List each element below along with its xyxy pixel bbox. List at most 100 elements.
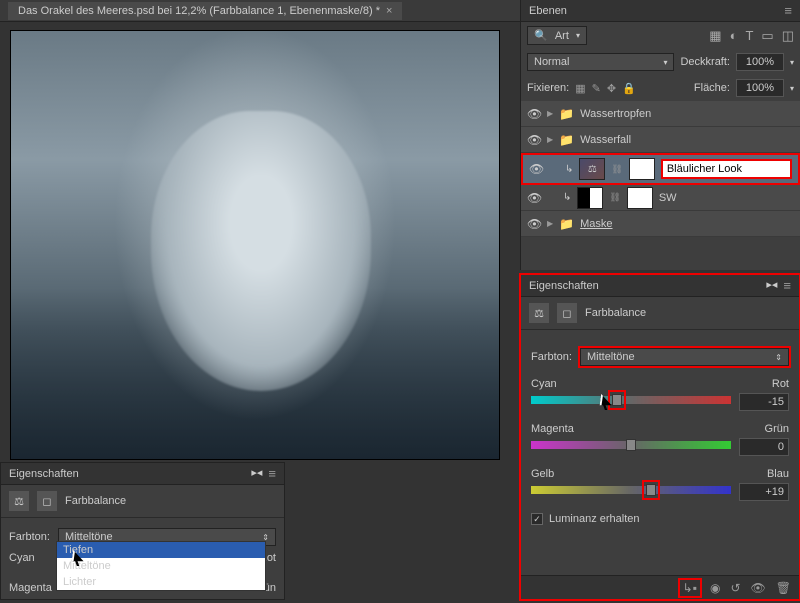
mask-thumb[interactable] [627,187,653,209]
tone-label: Farbton: [531,351,572,363]
mask-thumb[interactable] [629,158,655,180]
fill-input[interactable]: 100% [736,79,784,97]
adjustment-header: ⚖ ◻ Farbbalance [1,485,284,518]
opacity-label: Deckkraft: [680,56,730,68]
folder-icon: 📁 [559,217,574,231]
slider-track[interactable] [531,441,731,449]
canvas[interactable] [10,30,500,460]
layer-adjustment-row[interactable]: 👁 ↳ ⛓ SW [521,185,800,211]
slider-left-label: Cyan [531,378,557,390]
clip-to-layer-icon[interactable]: ↳▪ [680,580,700,596]
layer-name[interactable]: Wasserfall [580,134,794,146]
tone-dropdown[interactable]: Mitteltöne ⇕ [580,348,789,366]
slider-handle[interactable] [612,394,622,406]
layer-name[interactable]: Maske [580,218,794,230]
panel-menu-icon[interactable]: ≡ [783,278,791,293]
collapse-icon[interactable]: ▸◂ [766,278,777,293]
balance-icon: ⚖ [529,303,549,323]
mask-view-icon[interactable]: ◻ [557,303,577,323]
chevron-down-icon: ▾ [576,31,580,40]
slider-track[interactable] [531,486,731,494]
balance-icon: ⚖ [9,491,29,511]
dropdown-option[interactable]: Tiefen [57,542,265,558]
document-tab[interactable]: Das Orakel des Meeres.psd bei 12,2% (Far… [8,2,402,20]
layer-adjustment-row[interactable]: 👁 ↳ ⚖ ⛓ Bläulicher Look [521,153,800,185]
slider-value-input[interactable]: -15 [739,393,789,411]
adjustment-header: ⚖ ◻ Farbbalance [521,297,799,330]
layer-list: 👁 ▶ 📁 Wassertropfen 👁 ▶ 📁 Wasserfall 👁 ↳… [521,101,800,237]
slider-value-input[interactable]: +19 [739,483,789,501]
collapse-icon[interactable]: ▸◂ [251,466,262,481]
visibility-toggle-icon[interactable]: 👁 [751,581,766,595]
lock-paint-icon[interactable]: ✎ [592,82,601,95]
tab-title: Das Orakel des Meeres.psd bei 12,2% (Far… [18,5,380,17]
mask-view-icon[interactable]: ◻ [37,491,57,511]
view-previous-icon[interactable]: ◉ [710,581,720,595]
disclosure-icon[interactable]: ▶ [547,135,553,144]
close-icon[interactable]: × [386,5,392,17]
properties-footer: ↳▪ ◉ ↺ 👁 🗑 [521,575,799,599]
slider-right-label: Rot [772,378,789,390]
shape-filter-icon[interactable]: ▭ [761,28,773,44]
slider-left-label: Magenta [531,423,574,435]
layer-group-row[interactable]: 👁 ▶ 📁 Maske [521,211,800,237]
chevron-down-icon[interactable]: ▾ [790,84,794,93]
folder-icon: 📁 [559,107,574,121]
slider-handle[interactable] [626,439,636,451]
slider-left-label: Gelb [531,468,554,480]
visibility-icon[interactable]: 👁 [527,133,541,147]
layer-name[interactable]: Wassertropfen [580,108,794,120]
link-icon[interactable]: ⛓ [611,164,622,175]
slider-handle[interactable] [646,484,656,496]
panel-menu-icon[interactable]: ≡ [784,3,792,18]
dropdown-option[interactable]: Lichter [57,574,265,590]
reset-icon[interactable]: ↺ [730,581,740,595]
chevron-down-icon[interactable]: ▾ [790,58,794,67]
opacity-input[interactable]: 100% [736,53,784,71]
layer-group-row[interactable]: 👁 ▶ 📁 Wassertropfen [521,101,800,127]
slider-track[interactable] [531,396,731,404]
filter-icons: ▦ ◐ T ▭ ◫ [709,28,794,44]
layer-name[interactable]: SW [659,192,794,204]
layers-panel: Ebenen ≡ 🔍 Art ▾ ▦ ◐ T ▭ ◫ Normal ▾ Deck… [520,0,800,270]
pixel-filter-icon[interactable]: ▦ [709,28,721,44]
adjustment-thumb[interactable]: ⚖ [579,158,605,180]
visibility-icon[interactable]: 👁 [527,107,541,121]
type-filter-icon[interactable]: T [745,28,753,44]
luminosity-checkbox-row: ✓ Luminanz erhalten [531,513,789,525]
panel-title: Eigenschaften [529,280,599,292]
slider-left-label: Magenta [9,582,52,594]
slider-left-label: Cyan [9,552,35,564]
properties-panel: Eigenschaften ▸◂ ≡ ⚖ ◻ Farbbalance Farbt… [520,274,800,600]
lock-transparency-icon[interactable]: ▦ [575,82,585,95]
dropdown-option[interactable]: Mitteltöne [57,558,265,574]
layer-group-row[interactable]: 👁 ▶ 📁 Wasserfall [521,127,800,153]
smart-filter-icon[interactable]: ◫ [782,28,794,44]
link-icon[interactable]: ⛓ [609,192,620,203]
disclosure-icon[interactable]: ▶ [547,219,553,228]
luminosity-checkbox[interactable]: ✓ [531,513,543,525]
adjustment-thumb[interactable] [577,187,603,209]
slider-value-input[interactable]: 0 [739,438,789,456]
adjustment-filter-icon[interactable]: ◐ [730,28,738,44]
visibility-icon[interactable]: 👁 [527,217,541,231]
properties-panel-header: Eigenschaften ▸◂ ≡ [1,463,284,485]
folder-icon: 📁 [559,133,574,147]
panel-menu-icon[interactable]: ≡ [268,466,276,481]
filter-kind-dropdown[interactable]: 🔍 Art ▾ [527,26,587,45]
visibility-icon[interactable]: 👁 [527,191,541,205]
layer-name-input[interactable]: Bläulicher Look [661,159,792,179]
clip-icon: ↳ [565,164,573,175]
panel-title: Ebenen [529,5,567,17]
blend-mode-dropdown[interactable]: Normal ▾ [527,53,674,71]
disclosure-icon[interactable]: ▶ [547,109,553,118]
clip-icon: ↳ [563,192,571,203]
layer-filter-row: 🔍 Art ▾ ▦ ◐ T ▭ ◫ [521,22,800,49]
lock-row: Fixieren: ▦ ✎ ✥ 🔒 Fläche: 100% ▾ [521,75,800,101]
tone-label: Farbton: [9,531,50,543]
delete-icon[interactable]: 🗑 [776,581,791,595]
lock-all-icon[interactable]: 🔒 [622,82,636,95]
visibility-icon[interactable]: 👁 [529,162,543,176]
lock-position-icon[interactable]: ✥ [607,82,616,95]
layers-panel-header: Ebenen ≡ [521,0,800,22]
